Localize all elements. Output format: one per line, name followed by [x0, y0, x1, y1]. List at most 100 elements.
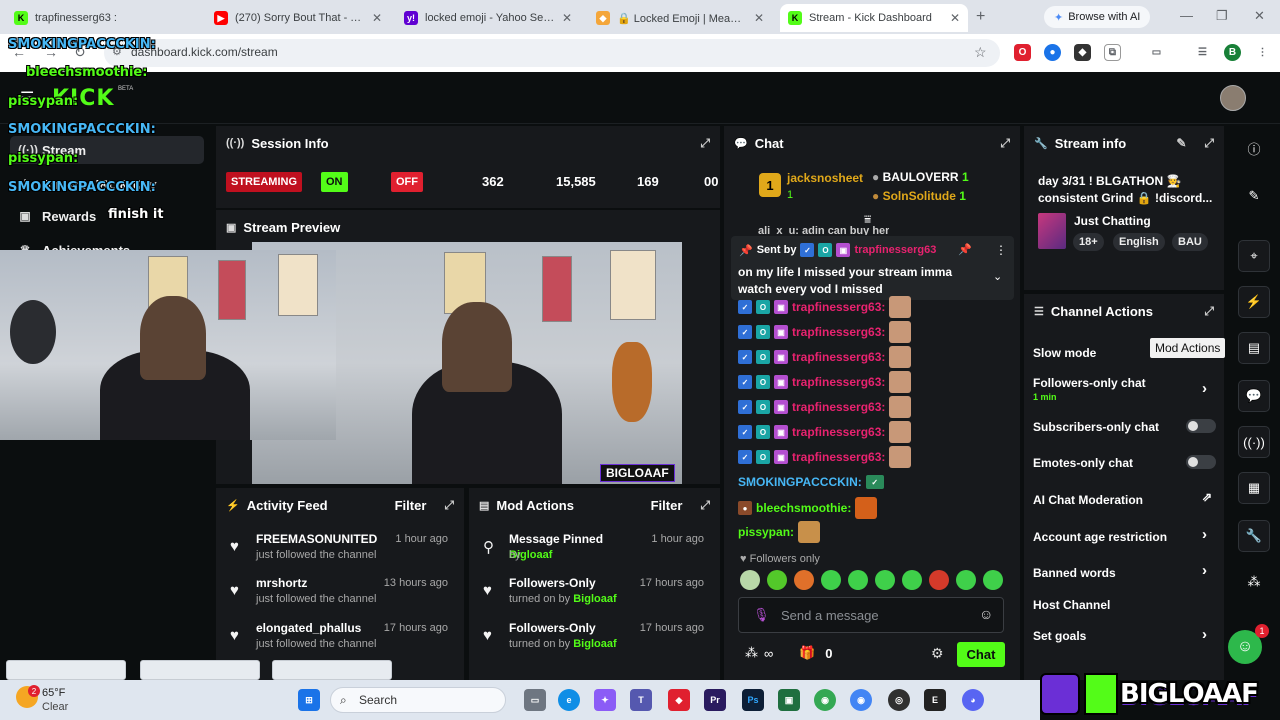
stream-on-button[interactable]: ON [321, 172, 348, 192]
chat-username[interactable]: trapfinesserg63: [792, 325, 885, 339]
activity-filter-button[interactable]: Filter [395, 498, 427, 513]
photoshop-icon[interactable]: Ps [742, 689, 764, 711]
red-app-icon[interactable]: ◆ [668, 689, 690, 711]
maximize-icon[interactable]: ❐ [1216, 8, 1228, 24]
chat-username[interactable]: trapfinesserg63: [792, 375, 885, 389]
edit-pencil-icon[interactable]: ✎ [1176, 136, 1186, 150]
address-bar[interactable]: ⚙ dashboard.kick.com/stream ☆ [104, 39, 1000, 67]
quick-emote-button[interactable] [875, 570, 895, 590]
capcut-icon[interactable]: ▣ [778, 689, 800, 711]
teams-icon[interactable]: T [630, 689, 652, 711]
tab-youtube[interactable]: ▶ (270) Sorry Bout That - YouTu ✕ [206, 4, 390, 32]
mod-actions-filter-button[interactable]: Filter [651, 498, 683, 513]
category-name[interactable]: Just Chatting [1074, 214, 1151, 228]
dots-icon[interactable]: ⁂ [1238, 566, 1270, 598]
minimized-window[interactable] [272, 660, 392, 680]
banned-words-row[interactable]: Banned words [1033, 566, 1116, 580]
pinned-more-icon[interactable]: ⋮ [995, 243, 1007, 257]
sidebar-item-rewards[interactable]: ▣ Rewards [10, 202, 204, 230]
ai-chat-moderation-row[interactable]: AI Chat Moderation [1033, 493, 1143, 507]
extension-dark-icon[interactable]: ◆ [1074, 44, 1091, 61]
slow-mode-row[interactable]: Slow mode [1033, 346, 1096, 360]
extensions-puzzle-icon[interactable]: ⧉ [1104, 44, 1121, 61]
chrome-profile-icon[interactable]: ◉ [850, 689, 872, 711]
new-tab-button[interactable]: + [976, 8, 985, 26]
minimize-icon[interactable]: — [1180, 8, 1193, 23]
quick-emote-button[interactable] [767, 570, 787, 590]
taskbar-search[interactable]: ⌕ Search [330, 687, 506, 713]
chevron-down-icon[interactable]: ⌄ [993, 270, 1002, 283]
layout-icon[interactable]: ▦ [1238, 472, 1270, 504]
category-thumbnail[interactable] [1038, 213, 1066, 249]
signal-icon[interactable]: ((·)) [1238, 426, 1270, 458]
edit-pencil-icon[interactable]: ✎ [1238, 180, 1270, 212]
quick-emote-button[interactable] [794, 570, 814, 590]
expand-icon[interactable]: ⤢ [1204, 136, 1214, 151]
chat-username[interactable]: trapfinesserg63: [792, 350, 885, 364]
chat-settings-gear-icon[interactable]: ⚙ [931, 645, 944, 662]
close-tab-icon[interactable]: ✕ [372, 11, 382, 25]
chevron-right-icon[interactable]: › [1202, 526, 1207, 543]
emotes-only-toggle[interactable] [1186, 455, 1216, 469]
quick-emote-button[interactable] [956, 570, 976, 590]
tab-trapfinesserg63[interactable]: K trapfinesserg63 : [6, 4, 202, 32]
close-window-icon[interactable]: ✕ [1254, 8, 1265, 24]
gifter-2[interactable]: ● BAULOVERR 1 [872, 170, 969, 184]
subscribers-only-toggle[interactable] [1186, 419, 1216, 433]
tab-locked-emoji[interactable]: ◆ 🔒 Locked Emoji | Meaning, C ✕ [588, 4, 772, 32]
extension-blue-icon[interactable]: ● [1044, 44, 1061, 61]
expand-icon[interactable]: ⤢ [700, 136, 710, 151]
lightning-icon[interactable]: ⚡ [1238, 286, 1270, 318]
quick-emote-button[interactable] [848, 570, 868, 590]
chat-username[interactable]: trapfinesserg63: [792, 450, 885, 464]
stream-off-button[interactable]: OFF [391, 172, 423, 192]
user-avatar[interactable] [1220, 85, 1246, 111]
set-goals-row[interactable]: Set goals [1033, 629, 1086, 643]
chevron-right-icon[interactable]: › [1202, 562, 1207, 579]
chevron-right-icon[interactable]: › [1202, 626, 1207, 643]
gifter-3[interactable]: ● SolnSolitude 1 [872, 189, 966, 203]
task-view-icon[interactable]: ▭ [524, 689, 546, 711]
chat-username[interactable]: pissypan: [738, 525, 794, 539]
expand-icon[interactable]: ⤢ [444, 498, 454, 513]
minimized-window[interactable] [140, 660, 260, 680]
chat-points[interactable]: 🎁 0 [799, 645, 832, 661]
obs-icon[interactable]: ◎ [888, 689, 910, 711]
chat-username[interactable]: trapfinesserg63: [792, 300, 885, 314]
bookmark-star-icon[interactable]: ☆ [974, 44, 987, 61]
edge-icon[interactable]: e [558, 689, 580, 711]
chat-bubble-icon[interactable]: 💬 [1238, 380, 1270, 412]
chat-username[interactable]: trapfinesserg63: [792, 425, 885, 439]
followers-only-chat-row[interactable]: Followers-only chat [1033, 376, 1146, 390]
top-gifter-name[interactable]: jacksnosheet [787, 171, 863, 185]
windows-start-icon[interactable]: ⊞ [298, 689, 320, 711]
document-icon[interactable]: ▤ [1238, 332, 1270, 364]
quick-emote-button[interactable] [929, 570, 949, 590]
tab-kick-dashboard[interactable]: K Stream - Kick Dashboard ✕ [780, 4, 968, 32]
discord-icon[interactable]: ◕ [962, 689, 984, 711]
premiere-pro-icon[interactable]: Pr [704, 689, 726, 711]
chat-username[interactable]: bleechsmoothie: [756, 501, 851, 515]
quick-emote-button[interactable] [821, 570, 841, 590]
copilot-icon[interactable]: ✦ [594, 689, 616, 711]
host-channel-row[interactable]: Host Channel [1033, 598, 1110, 612]
browse-with-ai-button[interactable]: ✦ Browse with AI [1044, 6, 1151, 28]
chat-username[interactable]: SMOKINGPACCCKIN: [738, 475, 862, 489]
microphone-icon[interactable]: 🎙 [753, 607, 770, 623]
tab-search-icon[interactable]: ▭ [1148, 44, 1165, 61]
menu-lines-icon[interactable]: ☰ [1194, 44, 1211, 61]
more-options-icon[interactable]: ⋮ [1254, 44, 1271, 61]
info-icon[interactable]: ⓘ [1238, 132, 1270, 164]
send-chat-button[interactable]: Chat [957, 642, 1005, 667]
close-tab-icon[interactable]: ✕ [754, 11, 764, 25]
epic-games-icon[interactable]: E [924, 689, 946, 711]
quick-emote-button[interactable] [983, 570, 1003, 590]
chevron-right-icon[interactable]: › [1202, 380, 1207, 397]
expand-icon[interactable]: ⤢ [700, 498, 710, 513]
expand-icon[interactable]: ⤢ [1000, 136, 1010, 151]
external-link-icon[interactable]: ⇗ [1202, 490, 1212, 504]
unpin-icon[interactable]: 📌 [958, 243, 972, 256]
group-dots-icon[interactable]: ⁂ [745, 645, 758, 661]
expand-icon[interactable]: ⤢ [1204, 304, 1214, 319]
wrench-icon[interactable]: 🔧 [1238, 520, 1270, 552]
